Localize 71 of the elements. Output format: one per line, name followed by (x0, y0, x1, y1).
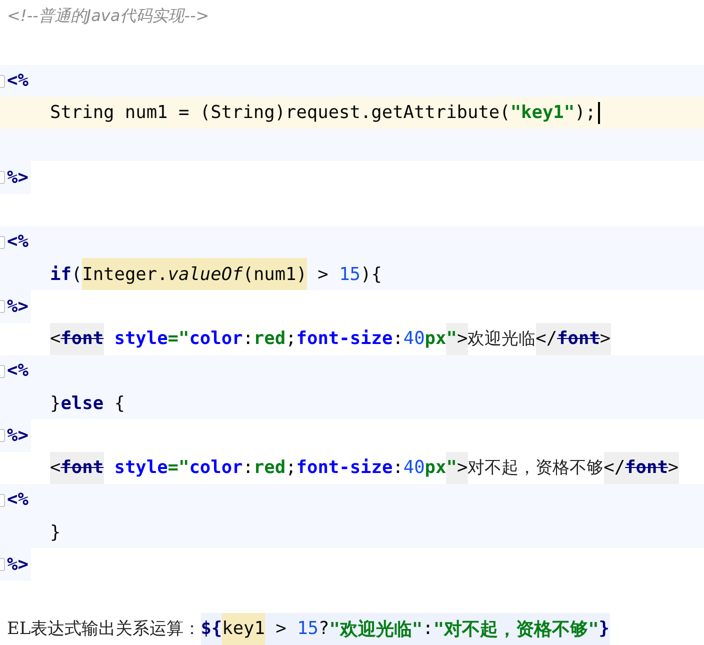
code-token: 欢迎光临 (468, 328, 536, 352)
code-token: : (392, 456, 404, 480)
code-token: </ (536, 322, 558, 355)
code-token: EL表达式输出关系运算： (7, 618, 201, 642)
code-token: "欢迎光临" (329, 612, 423, 645)
code-token: : (422, 612, 434, 645)
code-token: } (598, 612, 610, 645)
code-token: } (50, 392, 61, 416)
code-token: %> (7, 552, 28, 577)
code-token: color (189, 327, 243, 352)
code-token: px (424, 456, 446, 480)
code-token: ); (574, 101, 596, 126)
code-token: < (50, 322, 61, 355)
code-token: 40 (403, 456, 425, 480)
code-token: ( (71, 262, 82, 287)
code-token: font-size (296, 327, 393, 352)
code-token: <% (7, 488, 28, 512)
code-token: > (456, 452, 468, 484)
code-token: ; (286, 327, 296, 352)
code-token: px (424, 327, 446, 352)
code-token: red (253, 327, 286, 352)
code-token: <% (7, 359, 28, 384)
code-token: if (50, 262, 72, 287)
code-token: Integer. (82, 258, 168, 290)
code-token: String num1 = (String)request.getAttribute( (50, 101, 510, 126)
code-token: font (60, 322, 104, 355)
code-token: =" (168, 327, 190, 352)
code-token: : (242, 456, 254, 480)
code-token: ? (318, 612, 330, 645)
code-token: " (446, 322, 457, 355)
code-token: </ (604, 452, 626, 484)
code-token: ; (286, 456, 296, 480)
code-token: > (264, 612, 298, 645)
code-token: "key1" (510, 101, 575, 126)
code-token: font (60, 452, 104, 484)
code-token: ){ (360, 262, 382, 287)
code-token: (num1) (242, 258, 307, 290)
code-token: 40 (403, 327, 425, 352)
code-token: key1 (222, 612, 265, 645)
code-token: "对不起，资格不够" (433, 612, 599, 645)
code-token: <% (7, 230, 28, 254)
code-token: font (557, 322, 600, 355)
code-token: <!--普通的Java代码实现--> (7, 4, 210, 27)
code-token: " (446, 452, 457, 484)
code-token: { (113, 392, 125, 416)
code-token: 对不起，资格不够 (468, 457, 604, 480)
code-token: ${ (200, 612, 222, 645)
code-token: 15 (339, 262, 361, 287)
code-token: 15 (297, 612, 318, 645)
code-token: else (60, 392, 104, 416)
code-token: %> (7, 294, 28, 319)
code-token: <% (7, 69, 28, 94)
code-token: =" (168, 456, 190, 480)
code-token: font-size (296, 456, 393, 480)
code-token: style (113, 456, 168, 480)
code-token: > (456, 322, 468, 355)
code-token: : (242, 327, 254, 352)
code-token: > (600, 322, 611, 355)
text-caret (598, 102, 600, 124)
code-token: valueOf (168, 258, 243, 290)
code-token: > (668, 452, 679, 484)
code-token: %> (7, 166, 28, 190)
code-token: } (50, 520, 61, 545)
code-token: %> (7, 424, 28, 448)
code-token: < (50, 452, 61, 484)
code-token: : (392, 327, 404, 352)
code-token: > (316, 262, 330, 287)
code-token: font (625, 452, 668, 484)
code-token: red (253, 456, 286, 480)
code-token: style (113, 327, 168, 352)
code-token: color (189, 456, 243, 480)
